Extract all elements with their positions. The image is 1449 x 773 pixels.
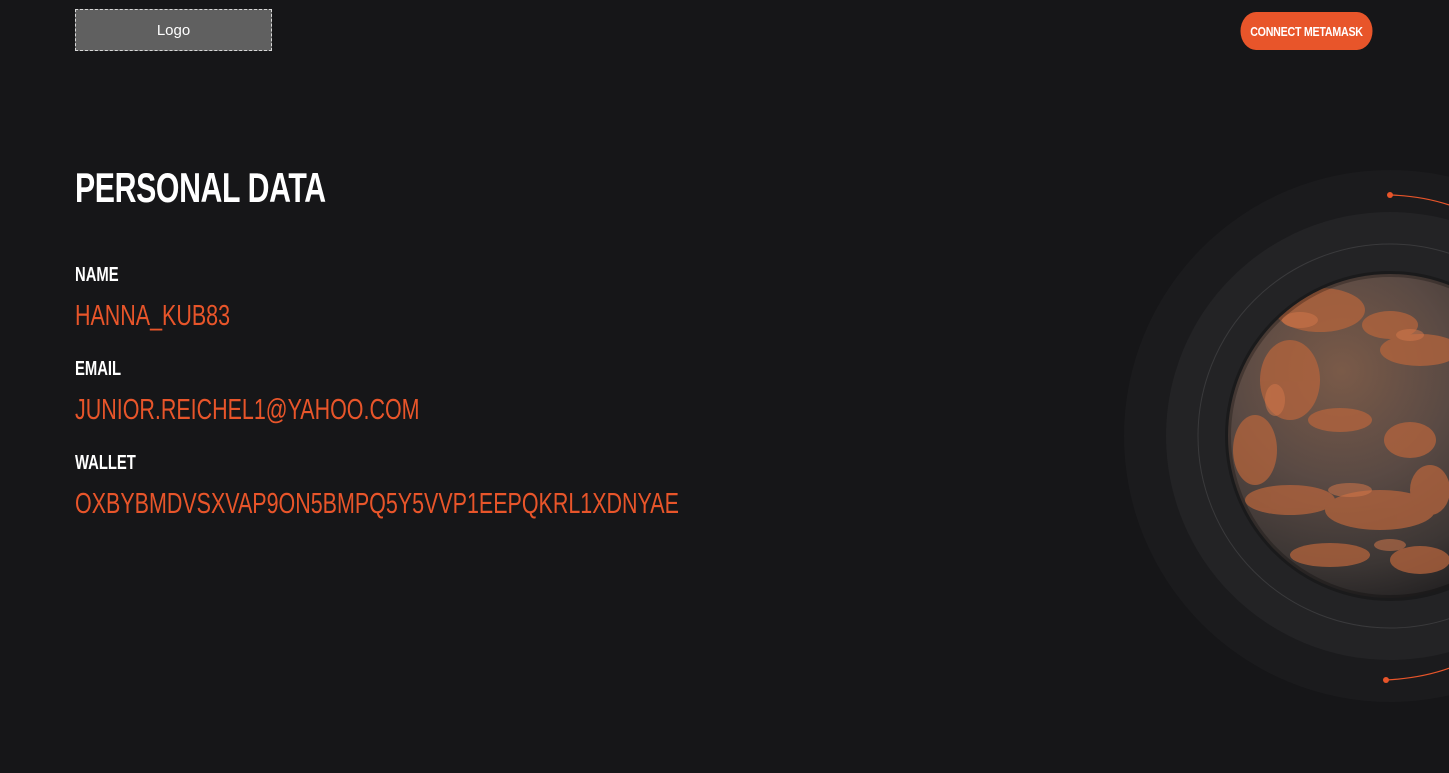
wallet-value: OXBYBMDVSXVAP9ON5BMPQ5Y5VVP1EEPQKRL1XDNY…	[75, 488, 679, 520]
connect-metamask-button[interactable]: CONNECT METAMASK	[1240, 12, 1373, 50]
page-title: PERSONAL DATA	[75, 164, 326, 211]
wallet-label: WALLET	[75, 452, 136, 474]
orbit-dot-top	[1387, 192, 1393, 198]
email-label: EMAIL	[75, 358, 122, 380]
orbit-dot-bottom	[1383, 677, 1389, 683]
planet-illustration	[1090, 160, 1449, 720]
name-label: NAME	[75, 264, 119, 286]
email-value: JUNIOR.REICHEL1@YAHOO.COM	[75, 394, 420, 426]
logo-placeholder[interactable]: Logo	[75, 9, 272, 51]
planet-icon	[1124, 170, 1449, 702]
name-value: HANNA_KUB83	[75, 300, 231, 332]
